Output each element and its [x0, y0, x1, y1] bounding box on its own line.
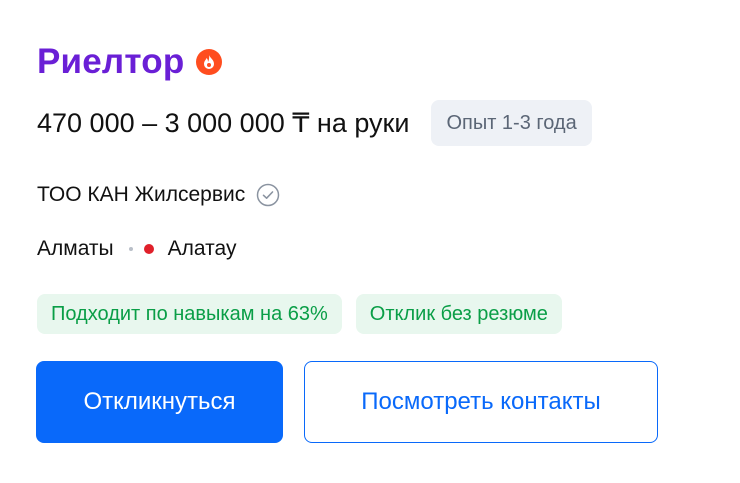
- check-circle-icon: [256, 183, 280, 207]
- vacancy-title-link[interactable]: Риелтор: [37, 40, 184, 84]
- company-name-link[interactable]: ТОО КАН Жилсервис: [37, 180, 245, 210]
- metro-line-icon: [143, 244, 154, 254]
- actions-row: Откликнуться Посмотреть контакты: [36, 361, 658, 443]
- no-resume-tag: Отклик без резюме: [355, 294, 562, 334]
- vacancy-header: Риелтор: [37, 40, 223, 84]
- company-row: ТОО КАН Жилсервис: [37, 180, 280, 210]
- location-row: Алматы Алатау: [37, 234, 236, 264]
- salary-text: 470 000 – 3 000 000 ₸ на руки: [37, 108, 410, 138]
- view-contacts-button[interactable]: Посмотреть контакты: [304, 361, 658, 443]
- flame-icon: [196, 49, 223, 75]
- separator-dot: [128, 247, 133, 251]
- salary-row: 470 000 – 3 000 000 ₸ на руки Опыт 1-3 г…: [37, 100, 592, 146]
- skills-match-tag: Подходит по навыкам на 63%: [37, 294, 342, 334]
- apply-button[interactable]: Откликнуться: [36, 361, 283, 443]
- district-text: Алатау: [167, 237, 237, 260]
- tags-row: Подходит по навыкам на 63% Отклик без ре…: [37, 294, 576, 334]
- city-text: Алматы: [37, 237, 114, 260]
- experience-badge: Опыт 1-3 года: [431, 100, 592, 146]
